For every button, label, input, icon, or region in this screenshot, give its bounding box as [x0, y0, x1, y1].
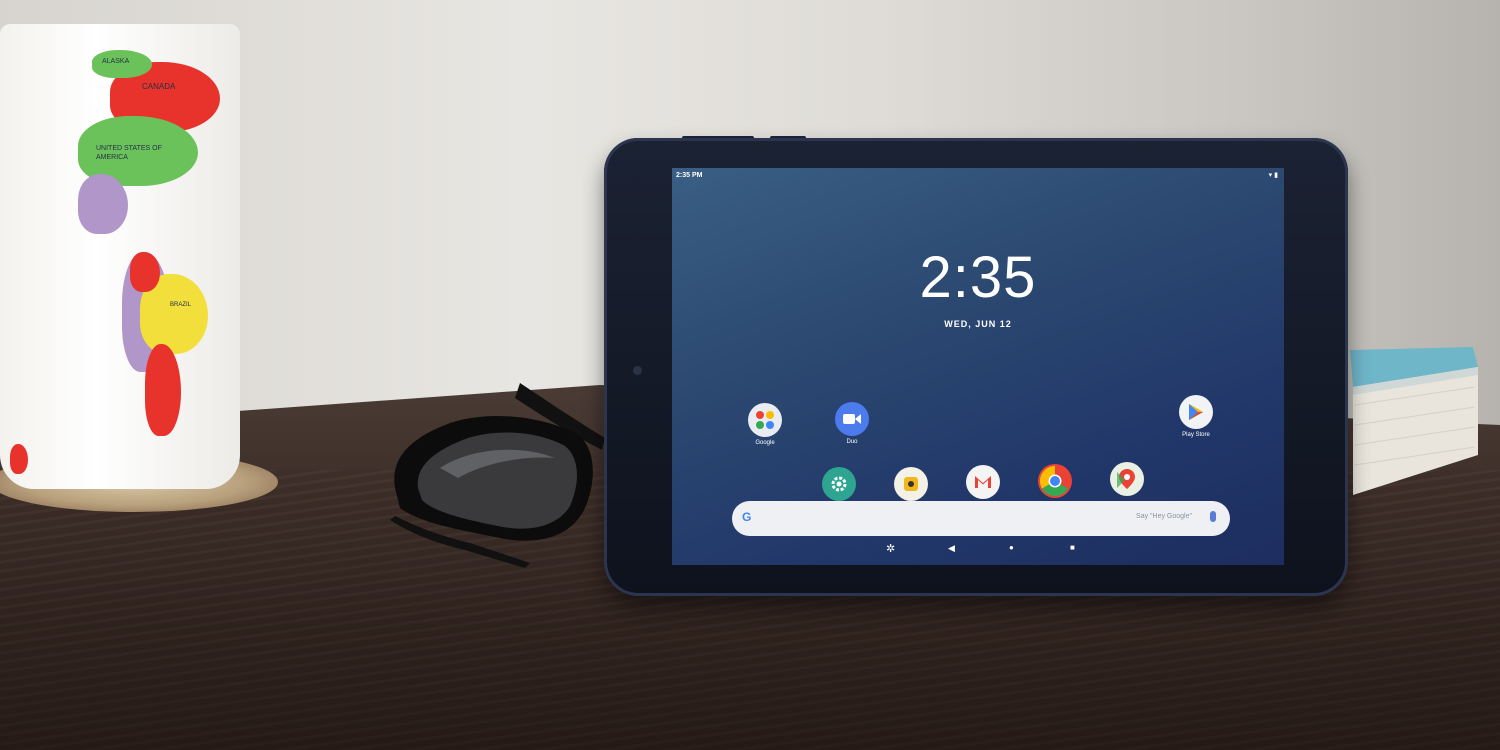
chrome-icon[interactable]	[1038, 464, 1072, 498]
lock-clock: 2:35	[919, 245, 1037, 310]
battery-icon: ▮	[1274, 172, 1278, 179]
settings-icon[interactable]	[822, 467, 856, 501]
app-google[interactable]: Google	[735, 403, 795, 446]
navigation-bar: ✲ ◀ ● ■	[672, 540, 1284, 562]
mug-label-usa: UNITED STATES OF AMERICA	[96, 145, 162, 161]
tablet-home-screen: 2:35 PM ▾ ▮ 2:35 WED, JUN 12 Google Duo	[672, 168, 1284, 565]
sunglasses	[390, 383, 605, 568]
google-g-icon: G	[742, 510, 752, 524]
world-map-mug: ALASKA CANADA UNITED STATES OF AMERICA B…	[0, 24, 240, 489]
book	[1350, 347, 1478, 495]
app-duo[interactable]: Duo	[822, 402, 882, 445]
mug-label-canada: CANADA	[142, 82, 176, 91]
assistant-icon[interactable]: ✲	[886, 542, 895, 555]
island-shape	[10, 444, 28, 474]
status-bar-icons: ▾ ▮	[1269, 171, 1278, 179]
app-duo-label: Duo	[846, 439, 858, 445]
app-play-store[interactable]: Play Store	[1166, 395, 1226, 438]
back-icon[interactable]: ◀	[948, 543, 955, 554]
mexico-shape	[78, 174, 128, 234]
mic-icon[interactable]	[1210, 511, 1216, 522]
camera-icon[interactable]	[894, 467, 928, 501]
app-google-label: Google	[755, 440, 775, 446]
colombia-shape	[130, 252, 160, 292]
maps-icon[interactable]	[1110, 462, 1144, 496]
app-play-store-label: Play Store	[1182, 432, 1210, 438]
lock-date: WED, JUN 12	[944, 319, 1012, 329]
status-bar-time: 2:35 PM	[676, 172, 703, 179]
argentina-shape	[145, 344, 181, 436]
google-search-bar[interactable]: G Say "Hey Google"	[732, 501, 1230, 536]
wifi-icon: ▾	[1268, 172, 1273, 179]
front-camera	[633, 366, 642, 375]
google-folder-icon	[748, 403, 782, 437]
recents-icon[interactable]: ■	[1070, 543, 1075, 552]
search-hint: Say "Hey Google"	[1136, 513, 1192, 520]
photo-scene: ALASKA CANADA UNITED STATES OF AMERICA B…	[0, 0, 1500, 750]
duo-icon	[835, 402, 869, 436]
mug-label-brazil: BRAZIL	[170, 302, 192, 308]
gmail-icon[interactable]	[966, 465, 1000, 499]
mug-label-alaska: ALASKA	[102, 58, 130, 65]
home-icon[interactable]: ●	[1009, 543, 1014, 552]
play-store-icon	[1179, 395, 1213, 429]
